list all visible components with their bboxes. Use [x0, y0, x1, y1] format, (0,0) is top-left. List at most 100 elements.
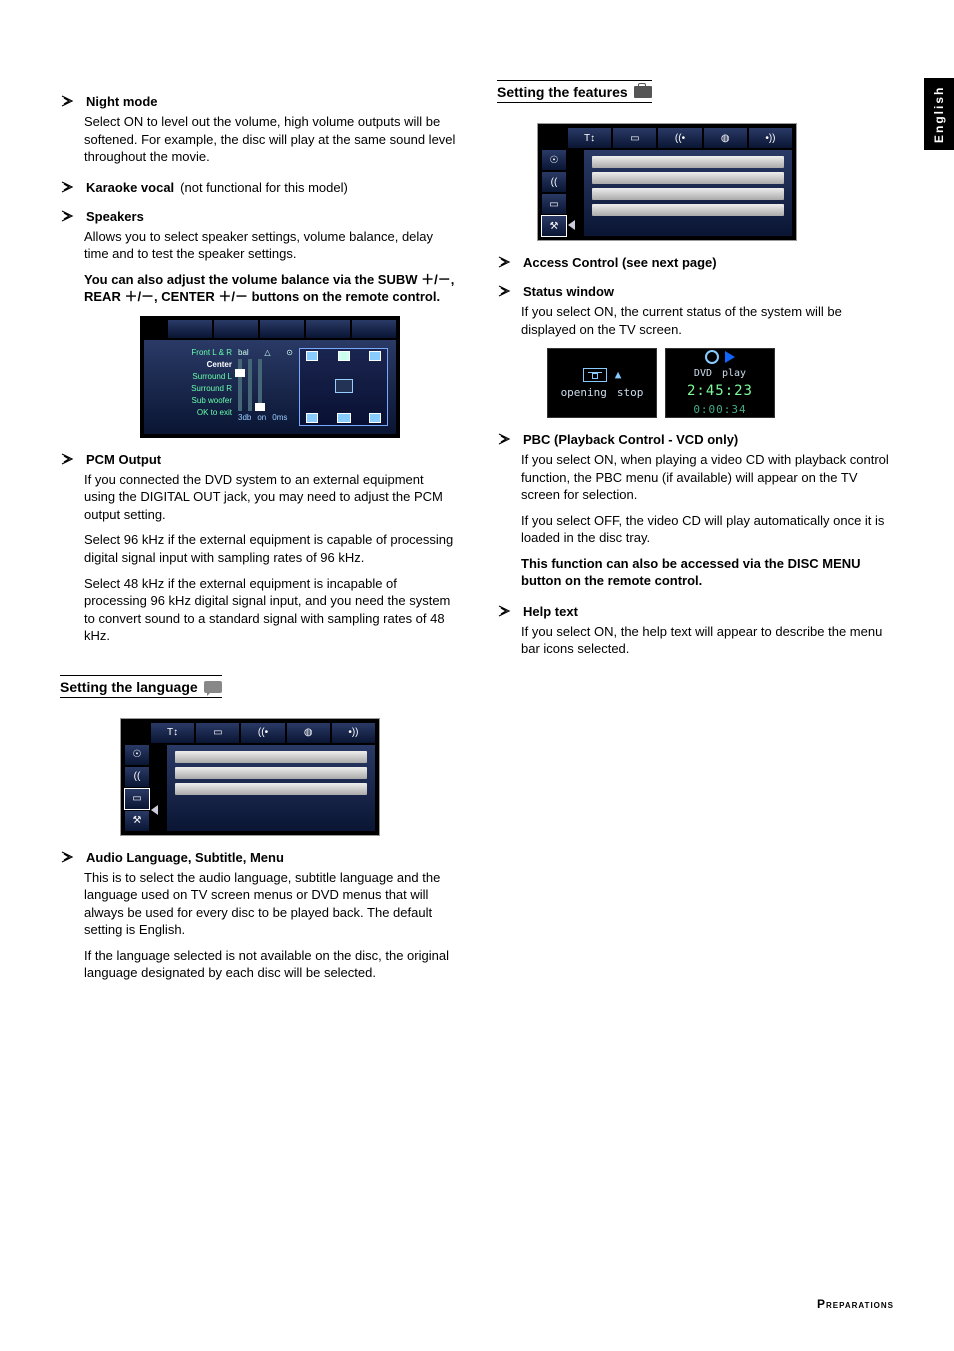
heading-text: Access Control (see next page): [523, 255, 717, 270]
disc-icon: [705, 350, 719, 364]
speaker-front-left-icon: [306, 351, 318, 361]
heading-text: Night mode: [86, 94, 158, 109]
menu-left-icon: ⚒: [125, 811, 149, 831]
heading-text: Karaoke vocal: [86, 180, 174, 195]
col-label: bal: [238, 348, 249, 357]
heading-text: Help text: [523, 604, 578, 619]
menu-left-icon: ☉: [542, 150, 566, 170]
bullet-arrow-icon: [497, 604, 511, 618]
bullet-arrow-icon: [60, 94, 74, 108]
bullet-arrow-icon: [60, 209, 74, 223]
fig-top-row: [144, 320, 396, 338]
menu-option-line: [175, 751, 367, 763]
bullet-arrow-icon: [497, 432, 511, 446]
heading-text: Setting the language: [60, 679, 198, 695]
speaker-surround-right-icon: [369, 413, 381, 423]
speaker-row-labels: Front L & R Center Surround L Surround R…: [152, 348, 232, 426]
col-label: ⊙: [286, 348, 293, 357]
menu-option-line: [175, 783, 367, 795]
menu-top-icon: ((•: [241, 723, 284, 743]
audio-language-heading: Audio Language, Subtitle, Menu: [60, 850, 457, 865]
menu-top-icon: ◍: [287, 723, 330, 743]
footer-section-title: Preparations: [817, 1297, 894, 1311]
access-control-heading: Access Control (see next page): [497, 255, 894, 270]
bullet-arrow-icon: [60, 180, 74, 194]
status-time-elapsed: 2:45:23: [687, 383, 753, 399]
status-body: If you select ON, the current status of …: [521, 303, 894, 338]
heading-note: (not functional for this model): [180, 180, 348, 195]
speaker-front-right-icon: [369, 351, 381, 361]
audio-language-p2: If the language selected is not availabl…: [84, 947, 457, 982]
status-example-left: ▲ opening stop: [547, 348, 657, 418]
audio-language-p1: This is to select the audio language, su…: [84, 869, 457, 939]
heading-text: PCM Output: [86, 452, 161, 467]
heading-text: Status window: [523, 284, 614, 299]
heading-text: Setting the features: [497, 84, 628, 100]
tray-icon: [583, 368, 607, 382]
row-label: Surround R: [152, 384, 232, 393]
play-icon: [725, 351, 735, 363]
speakers-bold: You can also adjust the volume balance v…: [84, 271, 457, 306]
speaker-settings-figure: Front L & R Center Surround L Surround R…: [140, 316, 400, 438]
pcm-p1: If you connected the DVD system to an ex…: [84, 471, 457, 524]
speaker-center-icon: [338, 351, 350, 361]
tv-icon: [335, 379, 353, 393]
speaker-sliders: bal △ ⊙ 3db on 0ms: [238, 348, 293, 426]
status-window-heading: Status window: [497, 284, 894, 299]
language-section-heading: Setting the language: [60, 675, 222, 698]
speaker-surround-left-icon: [306, 413, 318, 423]
help-text-heading: Help text: [497, 604, 894, 619]
menu-top-icon: •)): [749, 128, 792, 148]
left-column: Night mode Select ON to level out the vo…: [60, 80, 457, 990]
menu-top-icon: T↕: [151, 723, 194, 743]
menu-top-icon: ◍: [704, 128, 747, 148]
language-menu-figure: T↕ ▭ ((• ◍ •)) ☉ (( ▭ ⚒: [120, 718, 380, 836]
pcm-heading: PCM Output: [60, 452, 457, 467]
slider-value: 3db: [238, 413, 251, 422]
slider-value: on: [257, 413, 266, 422]
language-tab: English: [924, 78, 954, 150]
heading-text: Speakers: [86, 209, 144, 224]
pcm-p3: Select 48 kHz if the external equipment …: [84, 575, 457, 645]
menu-top-icon: ((•: [658, 128, 701, 148]
row-label: OK to exit: [152, 408, 232, 417]
heading-text: PBC (Playback Control - VCD only): [523, 432, 738, 447]
menu-left-icon: ▭: [125, 789, 149, 809]
menu-top-icon: ▭: [196, 723, 239, 743]
night-mode-body: Select ON to level out the volume, high …: [84, 113, 457, 166]
bullet-arrow-icon: [60, 850, 74, 864]
speaker-subwoofer-icon: [337, 413, 351, 423]
features-menu-figure: T↕ ▭ ((• ◍ •)) ☉ (( ▭ ⚒: [537, 123, 797, 241]
bullet-arrow-icon: [60, 452, 74, 466]
bullet-arrow-icon: [497, 284, 511, 298]
col-label: △: [264, 348, 270, 357]
speech-bubble-icon: [204, 681, 222, 693]
menu-top-icon: ▭: [613, 128, 656, 148]
menu-top-icon: T↕: [568, 128, 611, 148]
status-window-figure: ▲ opening stop DVD play 2:45:23 0:00:34: [547, 348, 894, 418]
menu-option-line: [592, 204, 784, 216]
bullet-arrow-icon: [497, 255, 511, 269]
menu-option-line: [592, 156, 784, 168]
right-column: Setting the features T↕ ▭ ((• ◍ •)) ☉ ((…: [497, 80, 894, 990]
heading-text: Audio Language, Subtitle, Menu: [86, 850, 284, 865]
row-label: Surround L: [152, 372, 232, 381]
speakers-heading: Speakers: [60, 209, 457, 224]
menu-left-icon: ((: [125, 767, 149, 787]
row-label: Front L & R: [152, 348, 232, 357]
menu-pointer-icon: [151, 805, 158, 815]
speaker-room-diagram: [299, 348, 388, 426]
pcm-p2: Select 96 kHz if the external equipment …: [84, 531, 457, 566]
menu-left-icon: ⚒: [542, 216, 566, 236]
pbc-p2: If you select OFF, the video CD will pla…: [521, 512, 894, 547]
menu-left-icon: ☉: [125, 745, 149, 765]
menu-left-icon: ((: [542, 172, 566, 192]
toolbox-icon: [634, 86, 652, 98]
help-body: If you select ON, the help text will app…: [521, 623, 894, 658]
menu-option-line: [592, 188, 784, 200]
menu-pointer-icon: [568, 220, 575, 230]
pbc-p1: If you select ON, when playing a video C…: [521, 451, 894, 504]
status-time-remaining: 0:00:34: [693, 403, 746, 416]
speakers-body: Allows you to select speaker settings, v…: [84, 228, 457, 263]
karaoke-heading: Karaoke vocal (not functional for this m…: [60, 180, 457, 195]
